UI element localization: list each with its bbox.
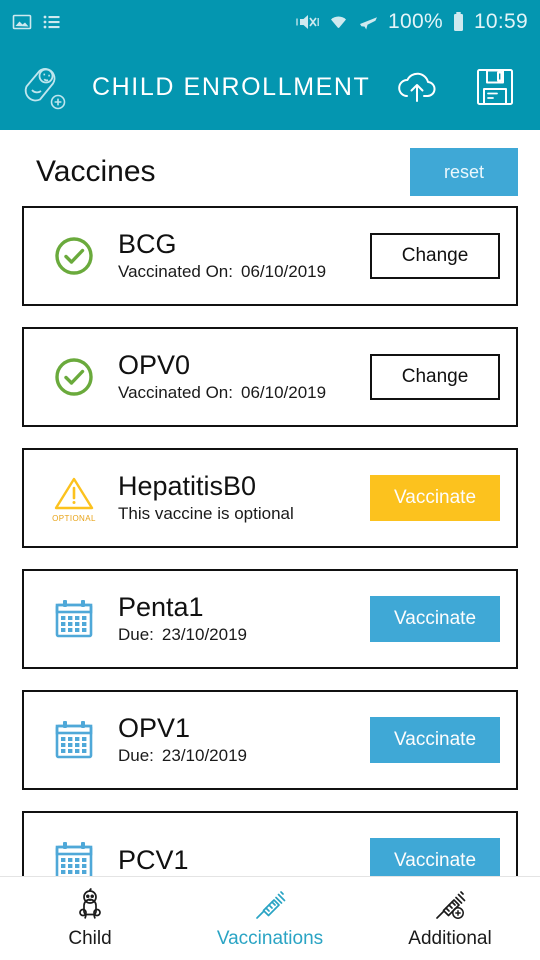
vaccine-sub-label: This vaccine is optional [118, 503, 294, 523]
vaccine-action: Vaccinate [370, 475, 500, 521]
vaccine-subtext: Vaccinated On: 06/10/2019 [118, 383, 360, 403]
vaccine-subtext: This vaccine is optional [118, 504, 360, 524]
content-area: Vaccines reset BCG Vaccinated On: 06/10/20… [0, 130, 540, 960]
vaccine-name: OPV1 [118, 713, 191, 744]
vaccine-action: Vaccinate [370, 717, 500, 763]
vaccine-sub-label: Vaccinated On: [118, 382, 233, 402]
nav-item-vaccinations[interactable]: Vaccinations [180, 877, 360, 960]
nav-item-label: Additional [408, 927, 492, 949]
vaccinate-button[interactable]: Vaccinate [370, 717, 500, 763]
list-icon [43, 15, 60, 29]
vaccine-action: Change [370, 354, 500, 400]
app-root: 100% 10:59 CHILD ENROLLMENT Vaccines res… [0, 0, 540, 960]
vaccine-name: Penta1 [118, 592, 204, 623]
vaccine-info: OPV0 Vaccinated On: 06/10/2019 [102, 350, 360, 403]
vaccine-status-icon [46, 596, 102, 642]
syringe-add-icon [436, 890, 466, 919]
vaccine-name: PCV1 [118, 845, 189, 876]
vibrate-mute-icon [296, 15, 319, 29]
vaccine-status-icon [46, 717, 102, 763]
nav-item-child[interactable]: Child [0, 877, 180, 960]
battery-icon [453, 12, 463, 31]
vaccine-sub-label: Vaccinated On: [118, 261, 233, 281]
vaccine-status-icon [46, 354, 102, 400]
status-bar-right: 100% 10:59 [295, 10, 528, 34]
battery-percent: 100% [388, 10, 443, 33]
change-button[interactable]: Change [370, 354, 500, 400]
vaccine-name: OPV0 [118, 350, 191, 381]
app-bar-actions [394, 66, 516, 108]
vaccine-info: PCV1 [102, 845, 360, 876]
syringe-icon [256, 890, 286, 919]
nav-item-additional[interactable]: Additional [360, 877, 540, 960]
image-icon [12, 14, 32, 30]
vaccine-sub-value: 06/10/2019 [240, 382, 327, 402]
check-circle-icon [55, 237, 93, 275]
vaccine-name: HepatitisB0 [118, 471, 257, 502]
save-floppy-icon[interactable] [474, 66, 516, 108]
calendar-icon [55, 600, 93, 638]
baby-icon [79, 887, 101, 919]
vaccinate-button[interactable]: Vaccinate [370, 475, 500, 521]
vaccine-status-icon: OPTIONAL [46, 473, 102, 523]
vaccine-card: Penta1 Due: 23/10/2019 Vaccinate [22, 569, 518, 669]
section-title: Vaccines [36, 155, 156, 188]
airplane-mode-icon [360, 17, 378, 30]
page-title: CHILD ENROLLMENT [92, 72, 371, 101]
bottom-navigation: Child Vaccinations Additional [0, 876, 540, 960]
baby-add-icon [24, 68, 66, 110]
section-header: Vaccines reset [0, 130, 540, 206]
nav-item-label: Child [68, 927, 112, 949]
vaccine-name: BCG [118, 229, 177, 260]
change-button[interactable]: Change [370, 233, 500, 279]
vaccine-card: BCG Vaccinated On: 06/10/2019 Change [22, 206, 518, 306]
vaccine-sub-value: 06/10/2019 [240, 261, 327, 281]
cloud-upload-icon[interactable] [394, 67, 440, 107]
vaccine-info: OPV1 Due: 23/10/2019 [102, 713, 360, 766]
app-bar: CHILD ENROLLMENT [0, 44, 540, 130]
vaccine-status-icon [46, 233, 102, 279]
vaccine-list: BCG Vaccinated On: 06/10/2019 Change OPV0 Vac… [0, 206, 540, 911]
vaccine-info: Penta1 Due: 23/10/2019 [102, 592, 360, 645]
vaccinate-button[interactable]: Vaccinate [370, 596, 500, 642]
warning-triangle-icon [54, 477, 94, 510]
status-bar: 100% 10:59 [0, 0, 540, 44]
clock-time: 10:59 [473, 10, 528, 33]
vaccine-subtext: Due: 23/10/2019 [118, 746, 360, 766]
optional-caption: OPTIONAL [52, 514, 96, 523]
vaccine-card: OPTIONAL HepatitisB0 This vaccine is optio… [22, 448, 518, 548]
vaccine-info: HepatitisB0 This vaccine is optional [102, 471, 360, 524]
vaccine-action: Vaccinate [370, 596, 500, 642]
vaccine-action: Change [370, 233, 500, 279]
wifi-icon [331, 16, 347, 30]
vaccine-sub-value: 23/10/2019 [161, 745, 248, 765]
vaccine-subtext: Vaccinated On: 06/10/2019 [118, 262, 360, 282]
check-circle-icon [55, 358, 93, 396]
vaccine-sub-value: 23/10/2019 [161, 624, 248, 644]
vaccine-card: OPV0 Vaccinated On: 06/10/2019 Change [22, 327, 518, 427]
vaccine-sub-label: Due: [118, 624, 154, 644]
reset-button[interactable]: reset [409, 148, 518, 196]
calendar-icon [55, 721, 93, 759]
vaccine-subtext: Due: 23/10/2019 [118, 625, 360, 645]
vaccine-sub-label: Due: [118, 745, 154, 765]
status-bar-left [12, 12, 62, 32]
vaccine-card: OPV1 Due: 23/10/2019 Vaccinate [22, 690, 518, 790]
nav-item-label: Vaccinations [216, 927, 324, 949]
vaccine-info: BCG Vaccinated On: 06/10/2019 [102, 229, 360, 282]
